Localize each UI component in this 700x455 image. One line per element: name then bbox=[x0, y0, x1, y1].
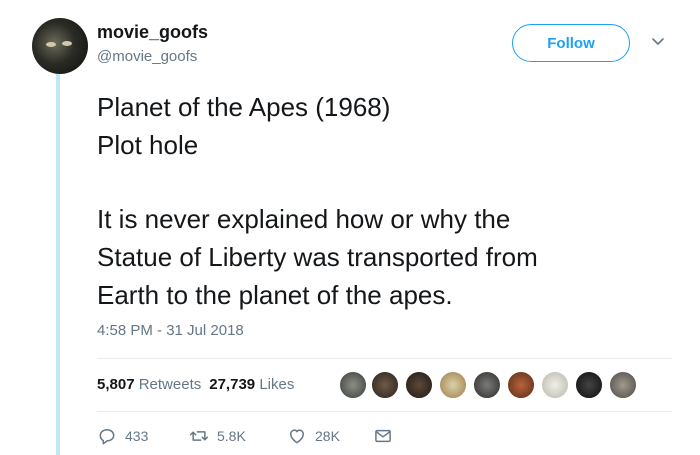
profile-avatar[interactable] bbox=[32, 18, 88, 74]
chevron-down-icon[interactable] bbox=[651, 37, 665, 47]
liker-avatar[interactable] bbox=[472, 370, 502, 400]
tweet-text-line: Plot hole bbox=[97, 130, 199, 160]
liker-avatar[interactable] bbox=[540, 370, 570, 400]
heart-icon bbox=[290, 429, 304, 444]
tweet-text-line: It is never explained how or why the bbox=[97, 204, 511, 234]
follow-button[interactable]: Follow bbox=[512, 24, 630, 62]
avatar-eye bbox=[46, 42, 56, 47]
like-action[interactable]: 28K bbox=[287, 426, 340, 446]
engagement-stats: 5,807 Retweets 27,739 Likes bbox=[97, 376, 294, 393]
liker-avatar[interactable] bbox=[370, 370, 400, 400]
retweets-label: Retweets bbox=[138, 376, 202, 393]
tweet-text-line: Earth to the planet of the apes. bbox=[97, 280, 453, 310]
liker-avatar[interactable] bbox=[438, 370, 468, 400]
reply-count: 433 bbox=[125, 428, 149, 444]
avatar-eye bbox=[62, 41, 72, 46]
liker-avatar[interactable] bbox=[404, 370, 434, 400]
divider bbox=[97, 358, 672, 359]
liker-avatar[interactable] bbox=[338, 370, 368, 400]
envelope-icon bbox=[375, 429, 391, 443]
likes-label: Likes bbox=[259, 376, 295, 393]
reply-icon bbox=[99, 429, 115, 445]
message-action[interactable] bbox=[373, 426, 393, 446]
retweet-count: 5.8K bbox=[217, 428, 246, 444]
divider bbox=[97, 411, 672, 412]
retweet-icon bbox=[189, 431, 209, 441]
retweets-stat[interactable]: 5,807 Retweets bbox=[97, 376, 201, 393]
liker-avatar[interactable] bbox=[608, 370, 638, 400]
reply-action[interactable]: 433 bbox=[97, 426, 148, 446]
tweet-text: Planet of the Apes (1968) Plot hole It i… bbox=[97, 88, 687, 314]
retweet-action[interactable]: 5.8K bbox=[189, 426, 246, 446]
tweet-text-line: Statue of Liberty was transported from bbox=[97, 242, 538, 272]
user-handle[interactable]: @movie_goofs bbox=[97, 48, 197, 65]
likes-stat[interactable]: 27,739 Likes bbox=[209, 376, 294, 393]
like-count: 28K bbox=[315, 428, 340, 444]
retweets-count: 5,807 bbox=[97, 376, 135, 393]
liker-avatar[interactable] bbox=[574, 370, 604, 400]
display-name[interactable]: movie_goofs bbox=[97, 22, 208, 43]
liker-avatar[interactable] bbox=[506, 370, 536, 400]
tweet-timestamp[interactable]: 4:58 PM - 31 Jul 2018 bbox=[97, 322, 244, 339]
thread-line bbox=[56, 74, 60, 455]
likes-count: 27,739 bbox=[209, 376, 256, 393]
tweet-text-line: Planet of the Apes (1968) bbox=[97, 92, 391, 122]
